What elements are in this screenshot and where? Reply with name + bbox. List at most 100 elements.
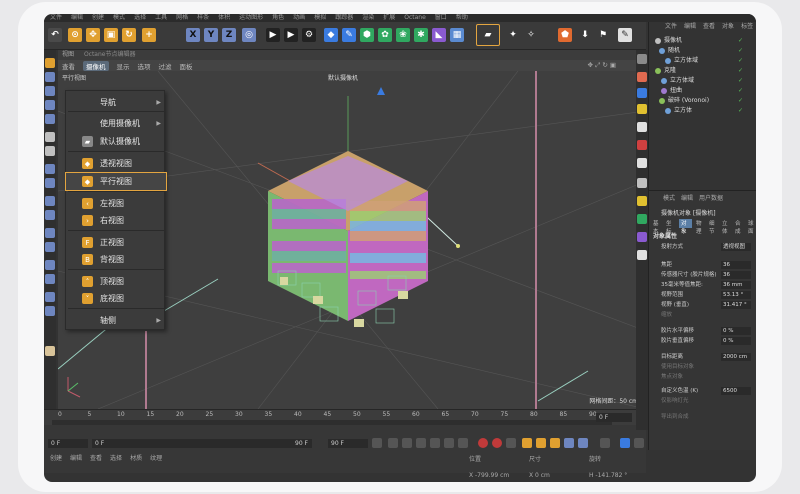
material-menu-item[interactable]: 编辑 [70,454,82,464]
material-menu-item[interactable]: 创建 [50,454,62,464]
layer-icon[interactable] [637,104,647,114]
camera-menu-item[interactable]: ▰ 默认摄像机 [66,133,166,150]
menubar-item[interactable]: 渲染 [362,14,374,22]
floor-icon[interactable]: ▦ [450,28,464,42]
object-tree-row[interactable]: 立方体域 ✓ [649,76,756,86]
attribute-tab[interactable]: 合成 [735,219,744,235]
vp-menu-view[interactable]: 查看 [62,61,75,71]
object-tree-row[interactable]: 摄像机 ✓ [649,36,756,46]
vp-menu-display[interactable]: 显示 [117,61,130,71]
play-icon[interactable] [416,438,426,448]
python-icon[interactable]: ⬟ [558,28,572,42]
pen-tool-icon[interactable]: ✎ [342,28,356,42]
checker-icon[interactable] [45,346,55,356]
camera-menu-item[interactable]: ◆ 平行视图 [65,172,167,191]
vp-menu-filter[interactable]: 过滤 [159,61,172,71]
attribute-tab[interactable]: 球面 [748,219,756,235]
range-slider[interactable]: 0 F 90 F [92,439,312,448]
h-rotation-field[interactable]: H -141.782 ° [589,472,627,479]
object-tree-row[interactable]: 随机 ✓ [649,46,756,56]
material-icon[interactable] [637,158,647,168]
visibility-check-icon[interactable]: ✓ [738,36,743,46]
menubar-item[interactable]: 文件 [50,14,62,22]
attribute-tab[interactable]: 物理 [696,219,705,235]
material-menu-item[interactable]: 查看 [90,454,102,464]
end-frame-field[interactable]: 90 F [328,439,368,448]
attribute-value-field[interactable]: 0 % [721,337,751,345]
attribute-value-field[interactable]: 6500 [721,387,751,395]
attribute-menu-item[interactable]: 用户数据 [699,193,723,203]
sky-dome-icon[interactable] [637,250,647,260]
menubar-item[interactable]: 动画 [293,14,305,22]
array-icon[interactable]: ✿ [378,28,392,42]
object-menu-item[interactable]: 对象 [722,22,734,32]
prev-key-icon[interactable] [388,438,398,448]
viewport-nav-icon[interactable]: ✥ ⤢ ↻ ▣ [588,61,616,70]
brush-icon[interactable] [45,306,55,316]
bend-icon[interactable] [45,242,55,252]
object-tree-row[interactable]: 扭曲 ✓ [649,86,756,96]
render-picture-icon[interactable]: ▶ [284,28,298,42]
light-icon[interactable]: ✦ [506,28,520,42]
attribute-value-field[interactable]: 透视视图 [721,243,751,251]
object-menu-item[interactable]: 编辑 [684,22,696,32]
magnet-icon[interactable] [45,274,55,284]
visibility-check-icon[interactable]: ✓ [738,96,743,106]
attribute-value-field[interactable]: 53.13 ° [721,291,751,299]
menubar-item[interactable]: 样条 [197,14,209,22]
object-menu-item[interactable]: 查看 [703,22,715,32]
first-frame-icon[interactable] [372,438,382,448]
camera-menu-item[interactable]: ˅ 底视图 [66,290,166,307]
object-tree-row[interactable]: 破碎 (Voronoi) ✓ [649,96,756,106]
x-position-field[interactable]: X -799.99 cm [469,472,509,479]
menubar-item[interactable]: 工具 [155,14,167,22]
mograph-icon[interactable]: ✱ [414,28,428,42]
fog-icon[interactable] [637,232,647,242]
object-tree-row[interactable]: 克隆 ✓ [649,66,756,76]
menubar-item[interactable]: 模拟 [314,14,326,22]
last-frame-icon[interactable] [458,438,468,448]
sphere-icon[interactable] [637,178,647,188]
vp-menu-panel[interactable]: 面板 [180,61,193,71]
timeline-options-icon[interactable] [600,438,610,448]
key-scale-icon[interactable] [536,438,546,448]
camera-menu-item[interactable]: ˄ 顶视图 [66,273,166,290]
next-frame-icon[interactable] [430,438,440,448]
model-mode-icon[interactable] [45,58,55,68]
workplane-icon[interactable] [45,178,55,188]
attribute-value-field[interactable]: 36 [721,271,751,279]
menubar-item[interactable]: 运动图形 [239,14,263,22]
render-settings-icon[interactable]: ⚙ [302,28,316,42]
camera-menu-item[interactable]: › 右视图 [66,212,166,229]
solo-icon[interactable] [45,228,55,238]
visibility-check-icon[interactable]: ✓ [738,46,743,56]
visibility-check-icon[interactable]: ✓ [738,56,743,66]
edge-mode-icon[interactable] [45,100,55,110]
viewport-camera-label[interactable]: 默认摄像机 [328,73,358,82]
move-tool-icon[interactable]: ✥ [86,28,100,42]
menubar-item[interactable]: 跟踪器 [335,14,353,22]
attribute-menu-item[interactable]: 编辑 [681,193,693,203]
attribute-value-field[interactable]: 2000 cm [721,353,751,361]
tag-icon[interactable]: ⚑ [596,28,610,42]
light-bulb-icon[interactable] [637,196,647,206]
start-frame-field[interactable]: 0 F [48,439,88,448]
object-menu-item[interactable]: 文件 [665,22,677,32]
camera-menu-item[interactable]: F 正视图 [66,234,166,251]
key-rotate-icon[interactable] [550,438,560,448]
material-menu-item[interactable]: 材质 [130,454,142,464]
cube-primitive-icon[interactable]: ◆ [324,28,338,42]
axis-mode-icon[interactable] [45,132,55,142]
camera-menu-item[interactable]: 导航 ▶ [66,94,166,111]
object-menu-item[interactable]: 标签 [741,22,753,32]
vp-menu-camera[interactable]: 摄像机 [83,60,109,71]
motion-clip-icon[interactable] [634,438,644,448]
z-axis-icon[interactable]: Z [222,28,236,42]
camera-menu-item[interactable]: ◆ 透视视图 [66,155,166,172]
attribute-tab[interactable]: 对象 [679,219,692,235]
cube-cluster[interactable] [268,151,428,327]
attribute-tab[interactable]: 立体 [722,219,731,235]
menubar-item[interactable]: 模式 [113,14,125,22]
grid-icon[interactable] [45,210,55,220]
camera-menu-item[interactable]: 轴侧 ▶ [66,312,166,329]
